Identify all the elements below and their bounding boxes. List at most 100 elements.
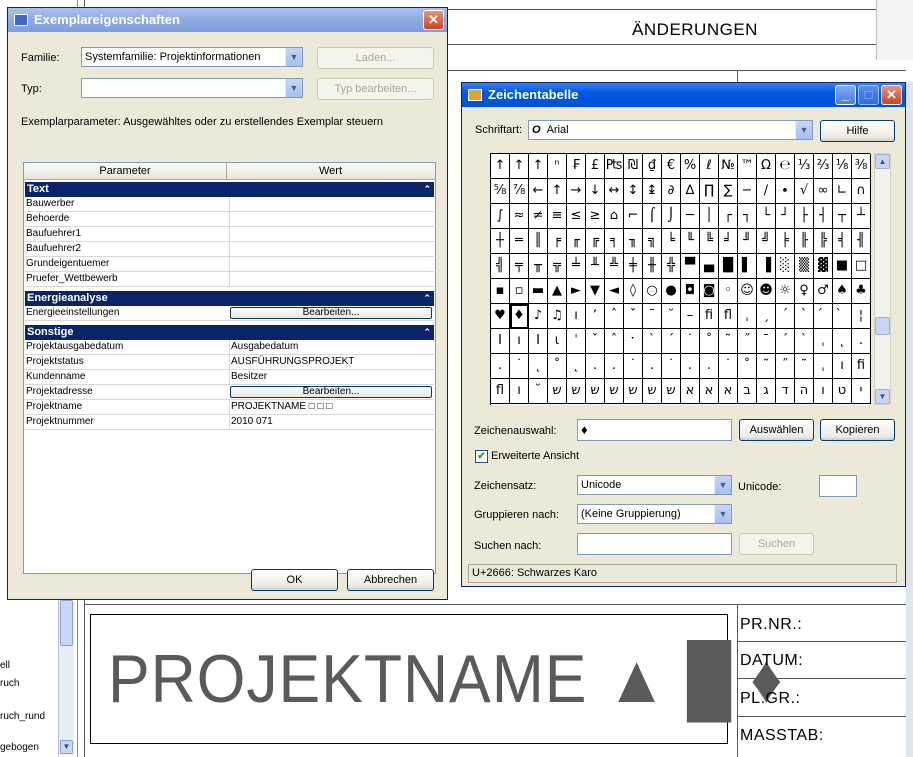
param-value[interactable] [229, 197, 434, 211]
suchen-button[interactable]: Suchen [739, 533, 814, 555]
char-cell[interactable]: ש [643, 379, 662, 404]
char-cell[interactable]: ¦ [852, 304, 871, 329]
char-cell[interactable]: ╔ [586, 229, 605, 254]
chevron-down-icon[interactable]: ▼ [60, 740, 73, 754]
gruppieren-select[interactable]: (Keine Gruppierung) ▼ [577, 504, 732, 524]
char-cell[interactable]: ↔ [605, 179, 624, 204]
chevron-up-icon[interactable]: ▲ [875, 154, 890, 169]
char-cell[interactable]: ● [662, 279, 681, 304]
collapse-icon[interactable]: ⌃ [423, 182, 431, 197]
browser-item[interactable]: ell [0, 660, 10, 671]
char-cell[interactable]: ↓ [586, 179, 605, 204]
close-button[interactable]: ✕ [423, 10, 444, 30]
char-cell[interactable]: ╤ [510, 254, 529, 279]
char-cell[interactable]: ˊ [776, 304, 795, 329]
char-cell[interactable]: ▀ [681, 254, 700, 279]
char-cell[interactable]: ⁿ [548, 154, 567, 179]
char-cell[interactable]: ▐ [757, 254, 776, 279]
char-cell[interactable]: ─ [681, 204, 700, 229]
char-cell[interactable]: ╓ [567, 229, 586, 254]
char-cell[interactable]: י [852, 379, 871, 404]
char-cell[interactable]: ╣ [491, 254, 510, 279]
char-cell[interactable]: ╘ [662, 229, 681, 254]
char-cell[interactable]: ﬂ [719, 304, 738, 329]
chevron-down-icon[interactable]: ▼ [714, 505, 731, 523]
char-cell[interactable]: ∑ [719, 179, 738, 204]
char-cell[interactable]: ╥ [529, 254, 548, 279]
erweiterte-ansicht-label[interactable]: Erweiterte Ansicht [491, 450, 579, 462]
projektadresse-bearbeiten-button[interactable]: Bearbeiten... [230, 386, 432, 398]
character-grid[interactable]: ↑ ↑ ↑ ⁿ ₣ £ ₧ ₪ ₫ €% ℓ № ™ Ω ℮ ⅓ ⅔ ⅛ ⅜ ⅝ ⅞ ← ↑ → ↓ ↔ ↕ ↨ ∂ ∆ ∏ ∑ − ∕ ∙ √ ∞ ∟ ∩… [490, 153, 871, 405]
char-cell[interactable]: ◘ [681, 279, 700, 304]
char-cell[interactable]: ˝ [776, 354, 795, 379]
char-cell[interactable]: ≈ [510, 204, 529, 229]
navigation-wheel-icon[interactable] [876, 0, 913, 60]
char-cell[interactable]: ┐ [738, 204, 757, 229]
grid-scrollbar[interactable]: ▲ ▼ [874, 153, 891, 405]
char-cell[interactable]: ℓ [700, 154, 719, 179]
char-cell[interactable]: ╢ [852, 229, 871, 254]
char-cell[interactable]: ☻ [757, 279, 776, 304]
char-cell[interactable]: ﬂ [491, 379, 510, 404]
col-header-parameter[interactable]: Parameter [24, 163, 227, 179]
char-cell[interactable]: ˛ [567, 354, 586, 379]
char-cell[interactable]: ◊ [624, 279, 643, 304]
char-cell[interactable]: ˑ [624, 329, 643, 354]
char-cell[interactable]: ˙ [662, 354, 681, 379]
collapse-icon[interactable]: ⌃ [423, 291, 431, 306]
char-cell[interactable]: ∂ [662, 179, 681, 204]
char-cell[interactable]: ̀ [833, 304, 852, 329]
char-cell[interactable]: ⌡ [662, 204, 681, 229]
char-cell[interactable]: ╪ [624, 254, 643, 279]
char-cell[interactable]: ˋ [795, 304, 814, 329]
char-cell[interactable]: א [719, 379, 738, 404]
char-cell[interactable]: █ [719, 254, 738, 279]
char-cell[interactable]: ı [510, 379, 529, 404]
suchen-input[interactable] [577, 533, 732, 555]
param-value[interactable] [229, 257, 434, 271]
close-button[interactable]: ✕ [881, 85, 902, 105]
laden-button[interactable]: Laden... [317, 47, 434, 69]
char-cell[interactable]: ╝ [757, 229, 776, 254]
browser-item[interactable]: ruch [0, 678, 19, 689]
param-value[interactable] [229, 272, 434, 286]
table-row[interactable]: Projektname PROJEKTNAME □ □ □ [25, 400, 434, 415]
char-cell[interactable]: ╠ [814, 229, 833, 254]
char-cell[interactable]: ד [776, 379, 795, 404]
char-cell[interactable]: ı [567, 304, 586, 329]
char-cell[interactable]: ⌠ [643, 204, 662, 229]
char-cell[interactable]: ∩ [852, 179, 871, 204]
char-cell[interactable]: ▪ [491, 279, 510, 304]
char-cell[interactable]: ▲ [548, 279, 567, 304]
param-value[interactable]: Besitzer [229, 370, 434, 384]
char-cell[interactable]: ⅛ [833, 154, 852, 179]
char-cell[interactable]: ˌ [814, 329, 833, 354]
char-cell[interactable]: ˙ [510, 354, 529, 379]
group-header-sonstige[interactable]: Sonstige ⌃ [25, 325, 434, 340]
char-cell[interactable]: ∫ [491, 204, 510, 229]
char-cell[interactable]: ╬ [662, 254, 681, 279]
char-cell[interactable]: − [738, 179, 757, 204]
char-cell[interactable]: . [643, 354, 662, 379]
char-cell[interactable]: ˙ [719, 354, 738, 379]
char-cell[interactable]: ˇ [586, 329, 605, 354]
character-map-titlebar[interactable]: Zeichentabelle _ □ ✕ [462, 83, 905, 107]
char-cell[interactable]: ˜ [719, 329, 738, 354]
char-cell[interactable]: ˊ [662, 329, 681, 354]
char-cell[interactable]: ┴ [852, 204, 871, 229]
char-cell[interactable]: ו [814, 379, 833, 404]
char-cell[interactable]: ש [662, 379, 681, 404]
table-row[interactable]: Baufuehrer1 [25, 227, 434, 242]
char-cell[interactable]: ˙ [624, 354, 643, 379]
char-cell[interactable]: ⅝ [491, 179, 510, 204]
auswaehlen-button[interactable]: Auswählen [739, 419, 814, 441]
minimize-button[interactable]: _ [835, 85, 856, 105]
char-cell[interactable]: ˆ [605, 329, 624, 354]
char-cell[interactable]: ˚ [548, 354, 567, 379]
char-cell[interactable]: ˏ [757, 304, 776, 329]
char-cell[interactable]: א [700, 379, 719, 404]
char-cell[interactable]: ˊ [776, 329, 795, 354]
char-cell[interactable]: ˌ [814, 354, 833, 379]
char-cell[interactable]: € [662, 154, 681, 179]
grid-scrollbar-thumb[interactable] [875, 317, 890, 335]
